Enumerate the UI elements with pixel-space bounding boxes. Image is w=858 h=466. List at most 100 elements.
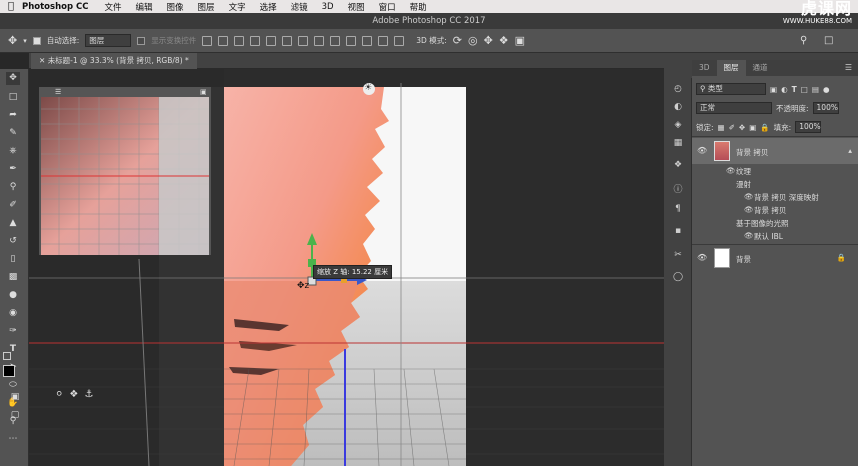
info-panel-icon[interactable]: ⓘ	[671, 182, 685, 195]
layer-row-background[interactable]: 👁 背景 🔒	[692, 245, 858, 271]
navigator-collapse-icon[interactable]: ▣	[200, 88, 207, 96]
3d-materials-icon[interactable]: ◯	[671, 272, 685, 284]
dodge-tool-icon[interactable]: ◉	[6, 307, 20, 320]
panel-menu-icon[interactable]: ☰	[845, 63, 852, 72]
history-panel-icon[interactable]: ◴	[671, 84, 685, 96]
layer-row-background-copy[interactable]: 👁 背景 拷贝 ▴	[692, 138, 858, 164]
move-tool-icon[interactable]: ✥	[6, 72, 20, 85]
align-right-icon[interactable]	[282, 35, 293, 46]
menu-select[interactable]: 选择	[260, 1, 277, 13]
lock-paint-icon[interactable]: ✐	[729, 123, 735, 132]
pan-3d-icon[interactable]: ✥	[484, 34, 493, 47]
tab-layers[interactable]: 图层	[716, 60, 746, 76]
stamp-tool-icon[interactable]: ▲	[6, 217, 20, 230]
brush-tool-icon[interactable]: ✐	[6, 199, 20, 212]
swatches-panel-icon[interactable]: ▦	[671, 138, 685, 150]
workspace-icon[interactable]: □	[824, 35, 833, 46]
gradient-tool-icon[interactable]: ▩	[6, 271, 20, 284]
lock-artboard-icon[interactable]: ▣	[749, 123, 756, 132]
menu-edit[interactable]: 编辑	[136, 1, 153, 13]
menu-view[interactable]: 视图	[348, 1, 365, 13]
quick-select-tool-icon[interactable]: ✎	[6, 127, 20, 140]
transform-controls-checkbox[interactable]	[137, 36, 146, 45]
foreground-color-swatch[interactable]	[3, 365, 15, 377]
color-panel-icon[interactable]: ◈	[671, 120, 685, 132]
pan-camera-icon[interactable]: ❖	[69, 389, 78, 400]
align-hcenter-icon[interactable]	[266, 35, 277, 46]
tab-3d[interactable]: 3D	[692, 60, 717, 76]
filter-shape-icon[interactable]: □	[801, 85, 808, 94]
menu-file[interactable]: 文件	[105, 1, 122, 13]
search-icon[interactable]: ⚲	[800, 35, 807, 46]
distribute-hcenter-icon[interactable]	[362, 35, 373, 46]
visibility-eye-icon[interactable]: 👁	[744, 192, 754, 201]
menu-help[interactable]: 帮助	[410, 1, 427, 13]
more-tools-icon[interactable]: ⋯	[6, 433, 20, 446]
healing-brush-icon[interactable]: ⚲	[6, 181, 20, 194]
history-brush-icon[interactable]: ↺	[6, 235, 20, 248]
apple-icon[interactable]: 	[0, 1, 22, 12]
tool-presets-icon[interactable]: ▪	[671, 226, 685, 238]
distribute-right-icon[interactable]	[378, 35, 389, 46]
lasso-tool-icon[interactable]: ➦	[6, 109, 20, 122]
distribute-bottom-icon[interactable]	[330, 35, 341, 46]
crop-tool-icon[interactable]: ⎈	[6, 145, 20, 158]
menu-3d[interactable]: 3D	[322, 2, 334, 12]
adjustments-panel-icon[interactable]: ◐	[671, 102, 685, 114]
expand-collapse-icon[interactable]: ▴	[848, 146, 852, 155]
filter-smart-icon[interactable]: ▤	[812, 85, 819, 94]
filter-adjust-icon[interactable]: ◐	[781, 85, 788, 94]
slide-3d-icon[interactable]: ❖	[499, 34, 509, 47]
blend-mode-dropdown[interactable]: 正常	[696, 102, 772, 114]
move-tool-icon[interactable]: ✥	[8, 34, 17, 47]
auto-select-checkbox[interactable]	[32, 36, 41, 45]
filter-toggle-icon[interactable]: ●	[823, 85, 830, 94]
filter-kind-dropdown[interactable]: ⚲ 类型	[696, 83, 766, 95]
align-left-icon[interactable]	[250, 35, 261, 46]
auto-select-dropdown[interactable]: 图层	[85, 34, 132, 47]
layer-row-diffuse[interactable]: 漫射	[692, 179, 858, 191]
scale-3d-icon[interactable]: ▣	[515, 34, 525, 47]
menu-window[interactable]: 窗口	[379, 1, 396, 13]
tool-preset-chevron-icon[interactable]: ▾	[23, 37, 27, 45]
orbit-camera-icon[interactable]: ⚪	[55, 389, 63, 400]
visibility-eye-icon[interactable]: 👁	[744, 231, 754, 240]
layer-row-depth-map[interactable]: 👁 背景 拷贝 深度映射	[692, 192, 858, 204]
visibility-eye-icon[interactable]: 👁	[697, 146, 707, 155]
menu-type[interactable]: 文字	[229, 1, 246, 13]
filter-type-icon[interactable]: T	[792, 85, 797, 94]
navigator-menu-icon[interactable]: ☰	[55, 88, 61, 96]
distribute-top-icon[interactable]	[298, 35, 309, 46]
close-icon[interactable]: ✕	[39, 56, 45, 65]
marquee-tool-icon[interactable]: □	[6, 91, 20, 104]
texture-eye-icon[interactable]: 👁	[726, 166, 736, 175]
layer-row-default-ibl[interactable]: 👁 默认 IBL	[692, 231, 858, 243]
pen-tool-icon[interactable]: ✑	[6, 325, 20, 338]
align-top-icon[interactable]	[202, 35, 213, 46]
distribute-vcenter-icon[interactable]	[314, 35, 325, 46]
crop-panel-icon[interactable]: ✂	[671, 250, 685, 262]
walk-camera-icon[interactable]: ⚓	[84, 389, 93, 400]
align-bottom-icon[interactable]	[234, 35, 245, 46]
light-sun-icon[interactable]: ☀	[364, 83, 372, 93]
quick-mask-icon[interactable]: ▣	[8, 391, 22, 404]
properties-panel-icon[interactable]: ❖	[671, 160, 685, 172]
app-menu[interactable]: Photoshop CC	[22, 2, 89, 12]
default-colors-icon[interactable]	[3, 352, 11, 360]
fill-input[interactable]: 100%	[795, 121, 822, 133]
visibility-eye-icon[interactable]: 👁	[744, 205, 754, 214]
layer-row-texture[interactable]: 👁 纹理	[692, 166, 858, 178]
document-canvas[interactable]: ☰ ▣ ☀ 缩放 Z 轴: 15.22 厘米 ✥z ⚪ ❖ ⚓	[29, 69, 664, 466]
menu-layer[interactable]: 图层	[198, 1, 215, 13]
distribute-left-icon[interactable]	[346, 35, 357, 46]
auto-align-icon[interactable]	[394, 35, 405, 46]
layer-row-background-copy-texture[interactable]: 👁 背景 拷贝	[692, 205, 858, 217]
blur-tool-icon[interactable]: ●	[6, 289, 20, 302]
visibility-eye-icon[interactable]: 👁	[697, 253, 707, 262]
menu-image[interactable]: 图像	[167, 1, 184, 13]
lock-transparent-icon[interactable]: ▦	[718, 123, 725, 132]
screen-mode-icon[interactable]: ▢	[8, 409, 22, 422]
layer-row-ibl[interactable]: 基于图像的光照	[692, 218, 858, 230]
lock-all-icon[interactable]: 🔒	[760, 123, 769, 132]
opacity-input[interactable]: 100%	[812, 102, 839, 114]
